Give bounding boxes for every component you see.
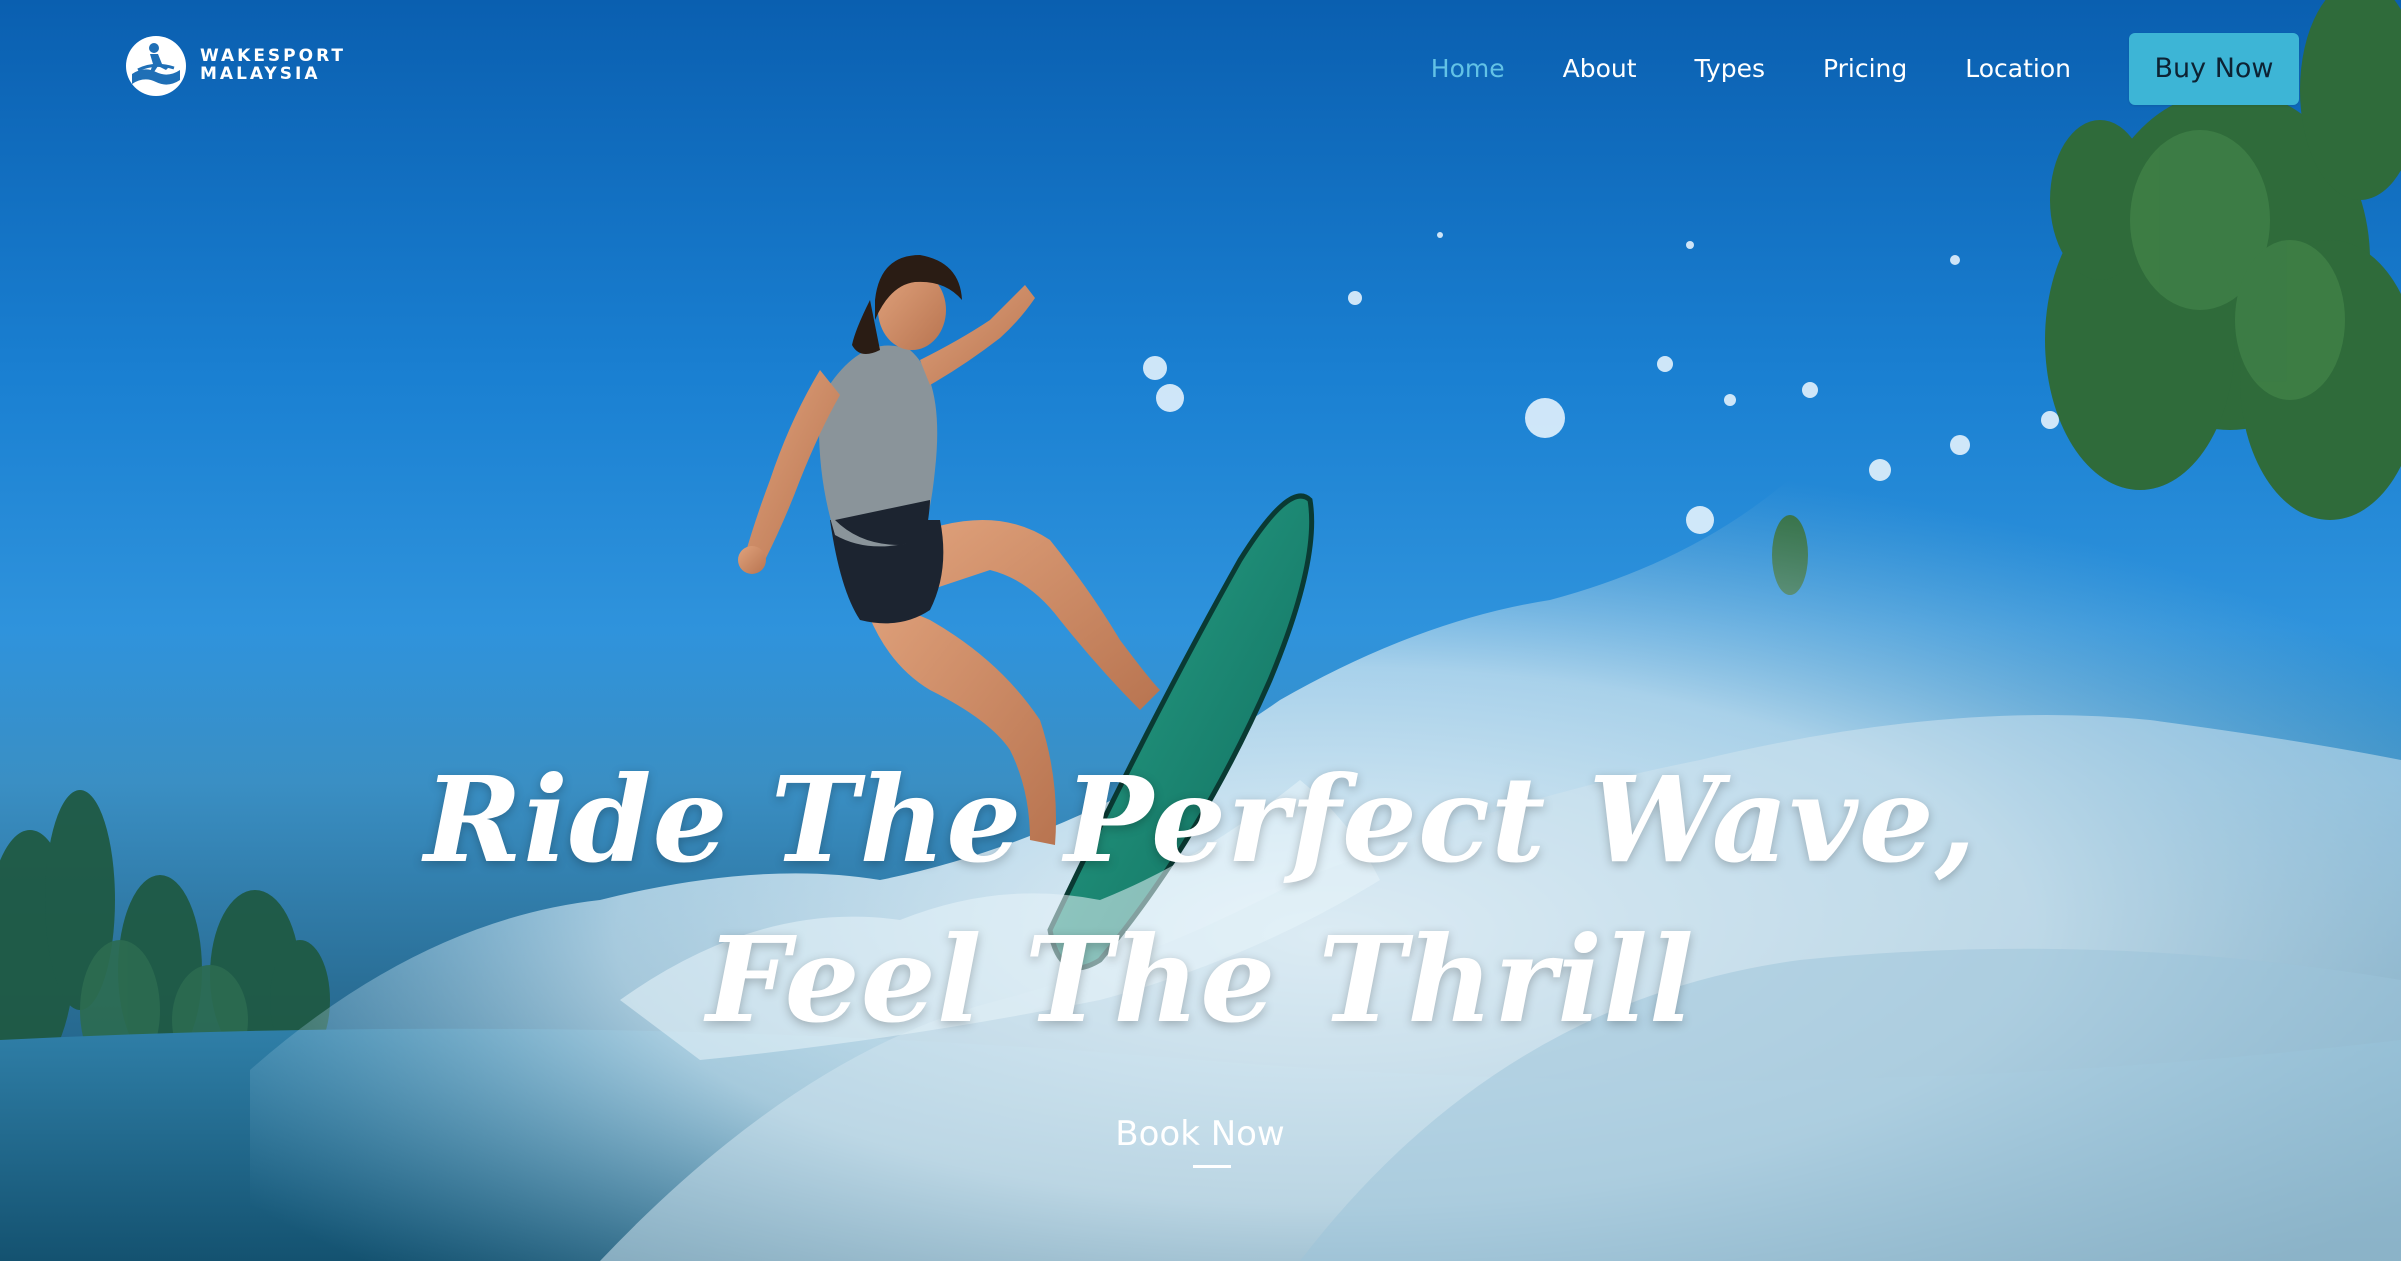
site-header: WAKESPORT MALAYSIA Home About Types Pric…: [0, 0, 2401, 140]
nav-link-pricing[interactable]: Pricing: [1823, 33, 1907, 105]
hero-background-image: [0, 0, 2401, 1261]
brand-logo[interactable]: WAKESPORT MALAYSIA: [124, 34, 346, 98]
brand-line-2: MALAYSIA: [200, 64, 321, 84]
book-now-underline: [1193, 1165, 1231, 1168]
surfer-logo-icon: [126, 36, 186, 96]
book-now-link[interactable]: Book Now: [1050, 1106, 1350, 1162]
buy-now-button[interactable]: Buy Now: [2129, 33, 2299, 105]
brand-wordmark: WAKESPORT MALAYSIA: [200, 47, 346, 84]
nav-link-types[interactable]: Types: [1695, 33, 1765, 105]
hero-headline-line-1: Ride The Perfect Wave,: [424, 750, 1977, 889]
nav-link-home[interactable]: Home: [1431, 33, 1505, 105]
hero-section: WAKESPORT MALAYSIA Home About Types Pric…: [0, 0, 2401, 1261]
main-nav: Home About Types Pricing Location Buy No…: [1431, 33, 2299, 105]
hero-headline-line-2: Feel The Thrill: [706, 910, 1695, 1049]
nav-link-location[interactable]: Location: [1965, 33, 2071, 105]
hero-headline: Ride The Perfect Wave, Feel The Thrill: [0, 740, 2401, 1060]
nav-link-about[interactable]: About: [1563, 33, 1637, 105]
